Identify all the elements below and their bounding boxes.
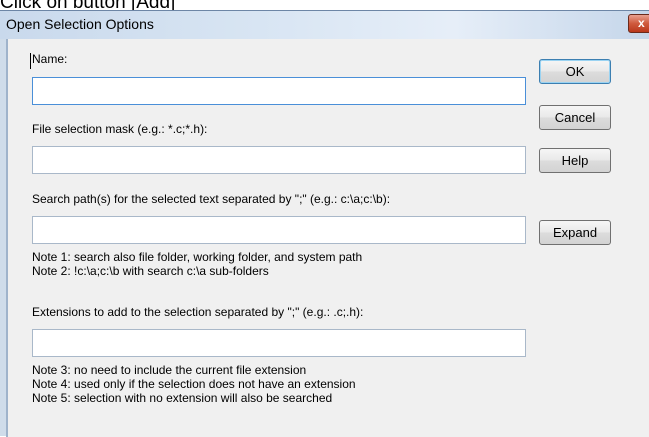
dialog-title: Open Selection Options	[6, 16, 154, 32]
name-input[interactable]	[32, 77, 526, 105]
file-mask-input[interactable]	[32, 146, 526, 174]
expand-button[interactable]: Expand	[539, 220, 611, 245]
title-bar: Open Selection Options x	[0, 11, 649, 39]
ok-button[interactable]: OK	[539, 59, 611, 84]
cancel-button[interactable]: Cancel	[539, 105, 611, 130]
extensions-label: Extensions to add to the selection separ…	[32, 305, 364, 319]
extensions-input[interactable]	[32, 329, 526, 357]
search-path-input[interactable]	[32, 216, 526, 244]
note-5: Note 5: selection with no extension will…	[32, 391, 333, 405]
note-4: Note 4: used only if the selection does …	[32, 377, 356, 391]
help-button[interactable]: Help	[539, 148, 611, 173]
close-icon[interactable]: x	[628, 14, 649, 33]
search-path-label: Search path(s) for the selected text sep…	[32, 192, 391, 206]
text-cursor	[30, 53, 31, 69]
note-3: Note 3: no need to include the current f…	[32, 363, 307, 377]
note-2: Note 2: !c:\a;c:\b with search c:\a sub-…	[32, 264, 269, 278]
name-label: Name:	[32, 52, 68, 66]
dialog-body: Name: File selection mask (e.g.: *.c;*.h…	[8, 39, 649, 437]
note-1: Note 1: search also file folder, working…	[32, 250, 363, 264]
dialog-window: Open Selection Options x Name: File sele…	[0, 10, 649, 437]
mask-label: File selection mask (e.g.: *.c;*.h):	[32, 122, 208, 136]
